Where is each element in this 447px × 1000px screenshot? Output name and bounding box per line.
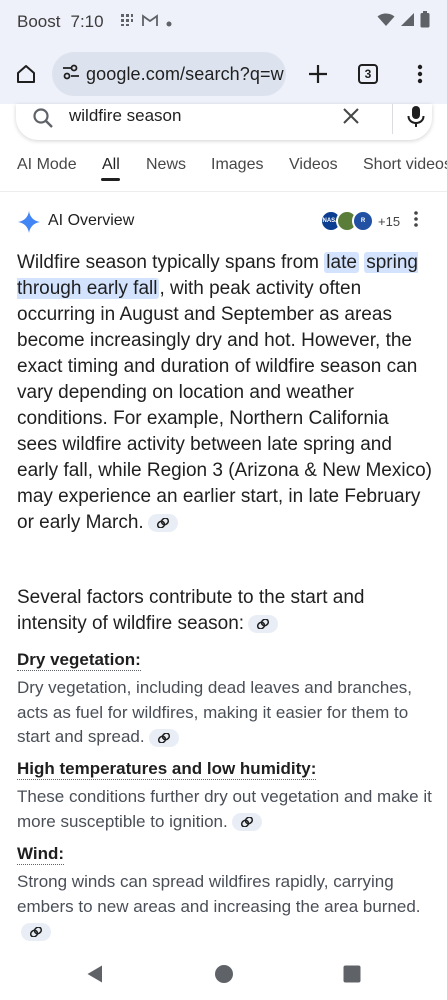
source-logo: R	[352, 210, 374, 232]
home-circle-icon[interactable]	[214, 964, 234, 989]
tab-count: 3	[358, 64, 378, 84]
link-icon	[257, 618, 270, 629]
highlighted-phrase: late	[324, 252, 359, 273]
plus-icon	[309, 65, 327, 83]
tab-ai-mode[interactable]: AI Mode	[17, 156, 77, 174]
kebab-menu-icon	[417, 64, 423, 84]
tab-switcher-button[interactable]: 3	[342, 48, 394, 100]
factor-text: Dry vegetation, including dead leaves an…	[17, 678, 413, 746]
source-link-button[interactable]	[148, 728, 179, 747]
link-icon	[156, 517, 169, 528]
factors-intro: Several factors contribute to the start …	[17, 585, 433, 637]
battery-icon	[420, 11, 430, 33]
home-icon	[17, 65, 35, 83]
tab-short-videos[interactable]: Short videos	[363, 156, 447, 174]
tab-all[interactable]: All	[102, 156, 120, 174]
source-link-button[interactable]	[21, 922, 51, 941]
search-divider	[392, 104, 393, 134]
search-box[interactable]: wildfire season	[16, 104, 432, 140]
tab-images[interactable]: Images	[211, 156, 263, 174]
factor-text: These conditions further dry out vegetat…	[17, 787, 432, 831]
tab-news[interactable]: News	[146, 156, 186, 174]
home-button[interactable]	[0, 48, 52, 100]
status-bar: Boost 7:10	[0, 0, 447, 44]
summary-text: , with peak activity often occurring in …	[17, 278, 432, 533]
link-icon	[157, 732, 170, 743]
carrier-label: Boost	[17, 12, 61, 31]
signal-icon	[400, 12, 415, 32]
factor-description: Strong winds can spread wildfires rapidl…	[17, 870, 435, 944]
ai-overview-title: AI Overview	[48, 212, 135, 229]
ai-overview-menu-icon[interactable]	[413, 210, 419, 233]
link-icon	[240, 817, 253, 828]
factor-heading[interactable]: Dry vegetation:	[17, 650, 141, 671]
url-text: google.com/search?q=w	[86, 63, 284, 84]
source-count: +15	[378, 213, 401, 229]
site-settings-icon[interactable]	[62, 64, 80, 85]
source-link-button[interactable]	[147, 513, 178, 532]
source-link-button[interactable]	[231, 813, 262, 832]
tab-videos[interactable]: Videos	[289, 156, 338, 174]
back-icon[interactable]	[86, 964, 104, 989]
clear-icon[interactable]	[341, 106, 361, 131]
gmail-icon	[141, 12, 158, 32]
factor-text: Strong winds can spread wildfires rapidl…	[17, 872, 421, 916]
browser-menu-button[interactable]	[394, 48, 446, 100]
link-icon	[29, 926, 43, 937]
factors-intro-text: Several factors contribute to the start …	[17, 587, 365, 634]
ai-summary-paragraph: Wildfire season typically spans from lat…	[17, 250, 433, 536]
clock: 7:10	[70, 12, 104, 31]
source-avatars[interactable]: NASA R +15	[320, 210, 400, 232]
microphone-icon[interactable]	[405, 105, 427, 134]
source-link-button[interactable]	[248, 614, 279, 633]
browser-toolbar: google.com/search?q=w 3	[0, 44, 447, 104]
factor-description: These conditions further dry out vegetat…	[17, 785, 435, 834]
wifi-icon	[377, 12, 395, 32]
search-input[interactable]: wildfire season	[69, 106, 181, 126]
factor-heading[interactable]: Wind:	[17, 844, 65, 865]
gemini-sparkle-icon	[18, 211, 40, 238]
search-icon	[32, 107, 54, 134]
active-tab-indicator	[101, 178, 120, 181]
ai-overview-header: AI Overview NASA R +15	[18, 208, 438, 238]
recents-icon[interactable]	[343, 965, 361, 988]
factor-description: Dry vegetation, including dead leaves an…	[17, 676, 435, 750]
new-tab-button[interactable]	[292, 48, 344, 100]
address-bar[interactable]: google.com/search?q=w	[52, 52, 286, 96]
grid-notification-icon	[120, 12, 134, 32]
dot-icon	[166, 12, 172, 32]
summary-text: Wildfire season typically spans from	[17, 252, 325, 273]
search-tabs: AI Mode All News Images Videos Short vid…	[0, 150, 447, 192]
factor-heading[interactable]: High temperatures and low humidity:	[17, 759, 317, 780]
system-nav-bar	[0, 948, 447, 1000]
